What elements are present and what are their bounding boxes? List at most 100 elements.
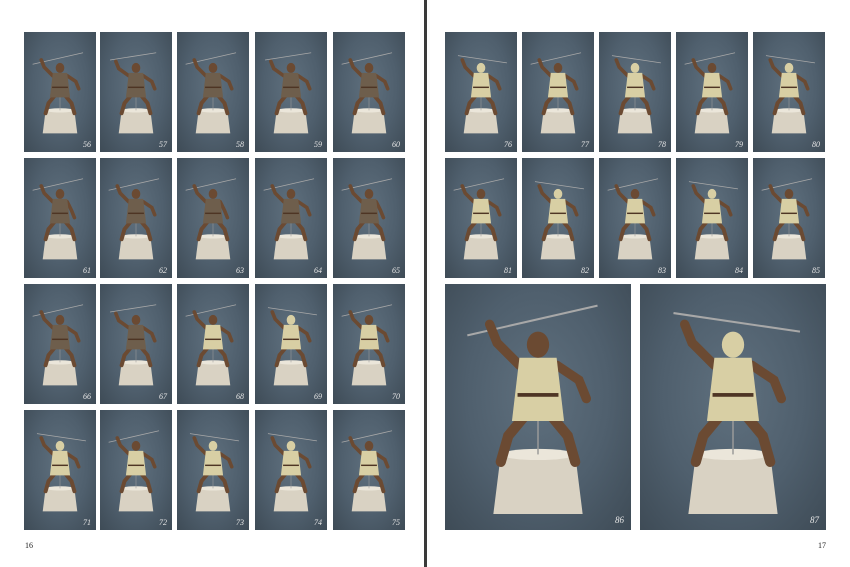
- photo-number: 72: [159, 518, 167, 527]
- photo-83: 83: [599, 158, 671, 278]
- lowered-arm: [551, 360, 592, 404]
- lowered-arm: [218, 452, 234, 469]
- display-plinth: [273, 488, 309, 512]
- figure-photo-image: [341, 52, 393, 134]
- photo-number: 67: [159, 392, 167, 401]
- figure-photo-image: [765, 55, 815, 134]
- photo-67: 67: [100, 284, 172, 404]
- lowered-arm: [374, 326, 390, 343]
- lowered-arm: [65, 74, 81, 91]
- photo-64: 64: [255, 158, 327, 278]
- photo-79: 79: [676, 32, 748, 152]
- display-plinth: [42, 236, 78, 260]
- photo-number: 84: [735, 266, 743, 275]
- raised-arm: [679, 319, 720, 370]
- raised-arm: [614, 58, 630, 78]
- head: [55, 188, 65, 199]
- photo-number: 62: [159, 266, 167, 275]
- photo-84: 84: [676, 158, 748, 278]
- raised-arm: [270, 436, 286, 456]
- photo-61: 61: [24, 158, 96, 278]
- photo-77: 77: [522, 32, 594, 152]
- raised-arm: [192, 184, 208, 204]
- raised-arm: [537, 184, 553, 204]
- photo-number: 80: [812, 140, 820, 149]
- photo-56: 56: [24, 32, 96, 152]
- head: [208, 62, 218, 73]
- head: [286, 188, 296, 199]
- spear: [765, 55, 815, 64]
- belt: [283, 338, 299, 341]
- display-plinth: [273, 236, 309, 260]
- head: [55, 314, 65, 325]
- lowered-arm: [296, 200, 312, 217]
- figure-photo-image: [607, 178, 659, 260]
- photo-number: 86: [615, 515, 624, 525]
- lowered-arm: [296, 326, 312, 343]
- raised-arm: [348, 184, 364, 204]
- photo-66: 66: [24, 284, 96, 404]
- tunic: [49, 324, 71, 350]
- photo-69: 69: [255, 284, 327, 404]
- miniature-figure: [185, 178, 237, 260]
- miniature-figure: [534, 181, 584, 260]
- display-plinth: [42, 110, 78, 134]
- spear: [688, 181, 738, 190]
- photo-number: 79: [735, 140, 743, 149]
- photo-85: 85: [753, 158, 825, 278]
- miniature-figure: [36, 433, 86, 512]
- photo-82: 82: [522, 158, 594, 278]
- lowered-arm: [794, 200, 810, 217]
- photo-number: 70: [392, 392, 400, 401]
- lowered-arm: [640, 200, 656, 217]
- tunic: [701, 72, 723, 98]
- lowered-arm: [717, 74, 733, 91]
- photo-75: 75: [333, 410, 405, 530]
- miniature-figure: [189, 433, 239, 512]
- photo-57: 57: [100, 32, 172, 152]
- lowered-arm: [218, 326, 234, 343]
- raised-arm: [768, 58, 784, 78]
- display-plinth: [42, 362, 78, 386]
- photo-65: 65: [333, 158, 405, 278]
- photo-81: 81: [445, 158, 517, 278]
- tunic: [202, 198, 224, 224]
- tunic: [547, 198, 569, 224]
- photo-number: 87: [810, 515, 819, 525]
- head: [131, 62, 141, 73]
- spear: [534, 181, 584, 190]
- figure-photo-image: [36, 433, 86, 512]
- photo-number: 82: [581, 266, 589, 275]
- photo-number: 58: [236, 140, 244, 149]
- miniature-figure: [607, 178, 659, 260]
- display-plinth: [540, 236, 576, 260]
- tunic: [511, 357, 565, 421]
- spear: [36, 433, 86, 442]
- raised-arm: [460, 184, 476, 204]
- figure-photo-image: [761, 178, 813, 260]
- lowered-arm: [794, 74, 810, 91]
- raised-arm: [114, 59, 131, 78]
- miniature-figure: [32, 52, 84, 134]
- tunic: [706, 357, 760, 421]
- raised-arm: [348, 310, 364, 330]
- display-plinth: [688, 454, 778, 514]
- miniature-figure: [765, 55, 815, 134]
- tunic: [125, 450, 147, 476]
- head: [364, 314, 374, 325]
- photo-62: 62: [100, 158, 172, 278]
- photo-number: 65: [392, 266, 400, 275]
- display-plinth: [195, 236, 231, 260]
- lowered-arm: [141, 200, 157, 217]
- tunic: [280, 198, 302, 224]
- head: [630, 62, 640, 73]
- photo-number: 83: [658, 266, 666, 275]
- tunic: [701, 198, 723, 224]
- photo-number: 73: [236, 518, 244, 527]
- miniature-figure: [341, 304, 393, 386]
- raised-arm: [192, 436, 208, 456]
- display-plinth: [463, 236, 499, 260]
- tunic: [470, 198, 492, 224]
- belt: [704, 212, 720, 215]
- tunic: [778, 72, 800, 98]
